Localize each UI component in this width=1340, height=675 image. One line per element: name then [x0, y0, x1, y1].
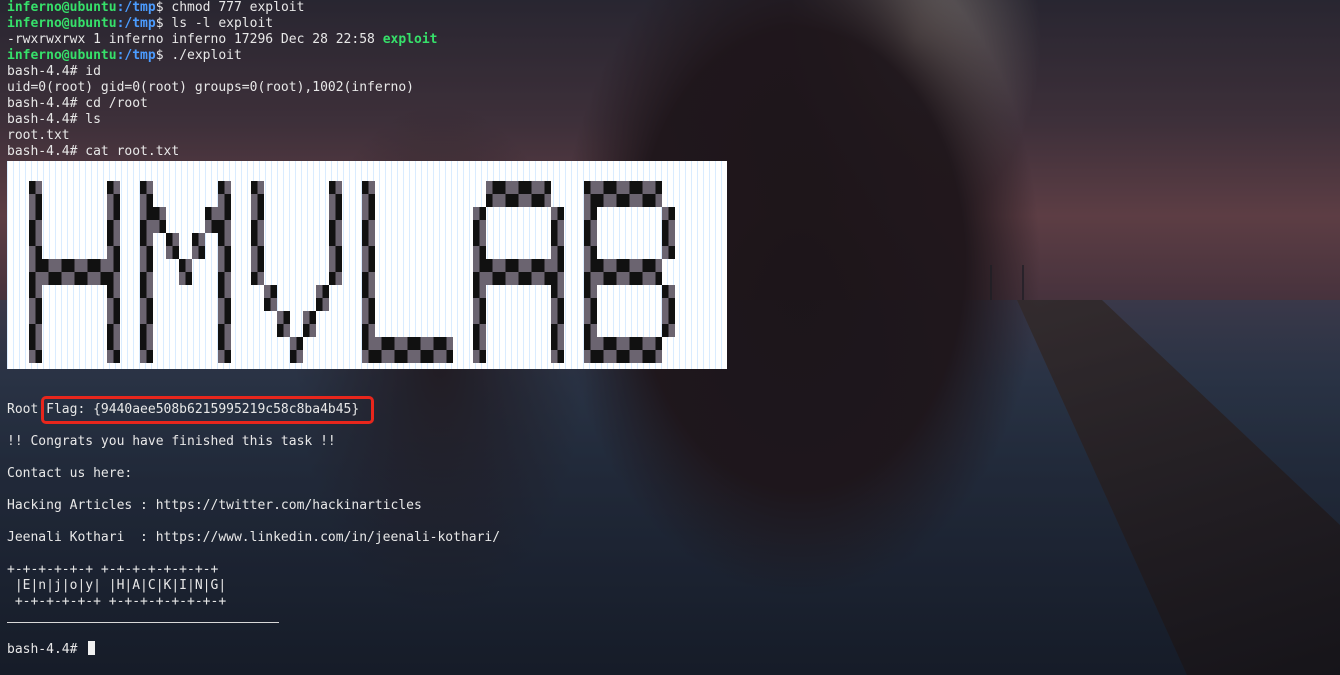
ascii-banner	[7, 161, 727, 369]
separator-line	[7, 622, 279, 623]
prompt-path: :/tmp	[116, 16, 156, 31]
jeenali-line: Jeenali Kothari : https://www.linkedin.c…	[7, 530, 501, 545]
terminal-line: bash-4.4# cd /root	[7, 96, 148, 111]
congrats-line: !! Congrats you have finished this task …	[7, 434, 336, 449]
hacking-articles-line: Hacking Articles : https://twitter.com/h…	[7, 498, 422, 513]
command-text: $ ls -l exploit	[155, 16, 274, 31]
ascii-art-line: +-+-+-+-+-+ +-+-+-+-+-+-+-+	[7, 562, 219, 577]
flag-highlight-box	[41, 396, 374, 424]
terminal-cursor	[88, 641, 95, 655]
contact-line: Contact us here:	[7, 466, 133, 481]
terminal-line: bash-4.4# id	[7, 64, 101, 79]
ascii-art-line: |E|n|j|o|y| |H|A|C|K|I|N|G|	[7, 578, 227, 593]
prompt-path: :/tmp	[116, 0, 156, 15]
terminal-line: bash-4.4# cat root.txt	[7, 144, 180, 159]
terminal-line: inferno@ubuntu:/tmp$ ./exploit	[7, 48, 242, 64]
prompt-path: :/tmp	[116, 48, 156, 63]
terminal-line: inferno@ubuntu:/tmp$ ls -l exploit	[7, 16, 273, 32]
ls-output: -rwxrwxrwx 1 inferno inferno 17296 Dec 2…	[7, 32, 383, 47]
ascii-art-line: +-+-+-+-+-+ +-+-+-+-+-+-+-+	[7, 594, 227, 609]
terminal-line: -rwxrwxrwx 1 inferno inferno 17296 Dec 2…	[7, 32, 437, 48]
executable-filename: exploit	[382, 32, 438, 47]
prompt-user: inferno@ubuntu	[7, 16, 117, 31]
final-prompt: bash-4.4#	[7, 642, 86, 657]
prompt-user: inferno@ubuntu	[7, 0, 117, 15]
banner-letters	[29, 181, 675, 363]
terminal-line: root.txt	[7, 128, 70, 143]
terminal-line: inferno@ubuntu:/tmp$ chmod 777 exploit	[7, 0, 304, 16]
command-text: $ chmod 777 exploit	[155, 0, 305, 15]
terminal-line: uid=0(root) gid=0(root) groups=0(root),1…	[7, 80, 414, 95]
terminal-line: bash-4.4# ls	[7, 112, 101, 127]
command-text: $ ./exploit	[155, 48, 242, 63]
prompt-user: inferno@ubuntu	[7, 48, 117, 63]
ascii-banner-graphic	[29, 181, 675, 363]
